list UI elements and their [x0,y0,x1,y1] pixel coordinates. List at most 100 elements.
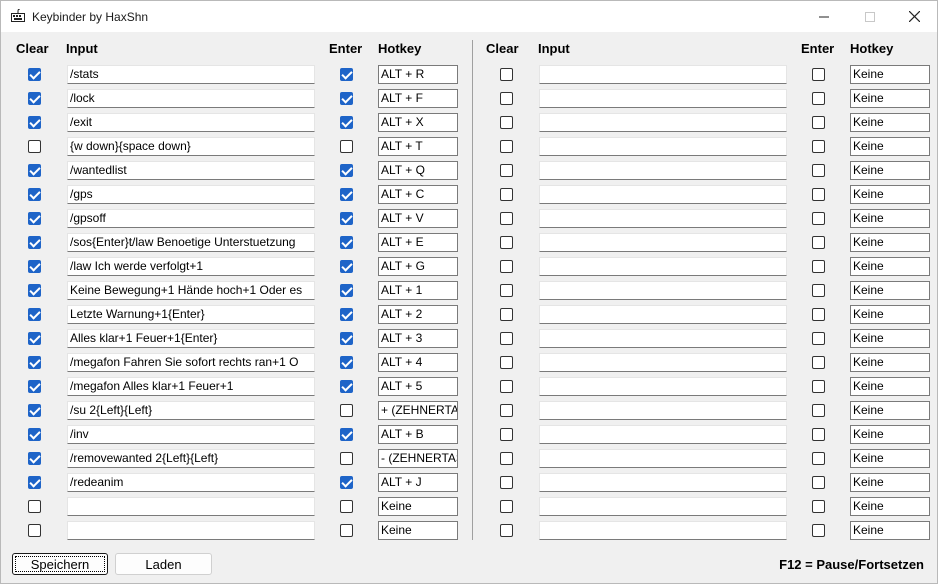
input-field-right-3[interactable] [539,113,787,132]
clear-checkbox-left-2[interactable] [28,92,41,105]
hotkey-field-right-12[interactable]: Keine [850,329,930,348]
input-field-right-11[interactable] [539,305,787,324]
enter-checkbox-left-18[interactable] [340,476,353,489]
hotkey-field-left-19[interactable]: Keine [378,497,458,516]
input-field-right-18[interactable] [539,473,787,492]
hotkey-field-right-16[interactable]: Keine [850,425,930,444]
input-field-left-20[interactable] [67,521,315,540]
input-field-right-15[interactable] [539,401,787,420]
enter-checkbox-left-4[interactable] [340,140,353,153]
enter-checkbox-right-14[interactable] [812,380,825,393]
enter-checkbox-right-17[interactable] [812,452,825,465]
clear-checkbox-left-1[interactable] [28,68,41,81]
input-field-left-5[interactable]: /wantedlist [67,161,315,180]
hotkey-field-right-15[interactable]: Keine [850,401,930,420]
clear-checkbox-left-6[interactable] [28,188,41,201]
clear-checkbox-right-19[interactable] [500,500,513,513]
input-field-left-14[interactable]: /megafon Alles klar+1 Feuer+1 [67,377,315,396]
clear-checkbox-right-20[interactable] [500,524,513,537]
enter-checkbox-left-19[interactable] [340,500,353,513]
hotkey-field-left-16[interactable]: ALT + B [378,425,458,444]
input-field-left-9[interactable]: /law Ich werde verfolgt+1 [67,257,315,276]
input-field-right-20[interactable] [539,521,787,540]
hotkey-field-left-4[interactable]: ALT + T [378,137,458,156]
clear-checkbox-right-13[interactable] [500,356,513,369]
enter-checkbox-right-15[interactable] [812,404,825,417]
input-field-right-17[interactable] [539,449,787,468]
input-field-right-10[interactable] [539,281,787,300]
enter-checkbox-left-7[interactable] [340,212,353,225]
hotkey-field-right-18[interactable]: Keine [850,473,930,492]
enter-checkbox-right-3[interactable] [812,116,825,129]
hotkey-field-left-9[interactable]: ALT + G [378,257,458,276]
hotkey-field-right-10[interactable]: Keine [850,281,930,300]
clear-checkbox-left-19[interactable] [28,500,41,513]
input-field-left-10[interactable]: Keine Bewegung+1 Hände hoch+1 Oder es [67,281,315,300]
input-field-right-6[interactable] [539,185,787,204]
input-field-right-13[interactable] [539,353,787,372]
enter-checkbox-left-8[interactable] [340,236,353,249]
enter-checkbox-right-5[interactable] [812,164,825,177]
clear-checkbox-right-16[interactable] [500,428,513,441]
clear-checkbox-left-5[interactable] [28,164,41,177]
clear-checkbox-left-8[interactable] [28,236,41,249]
clear-checkbox-right-17[interactable] [500,452,513,465]
clear-checkbox-right-1[interactable] [500,68,513,81]
enter-checkbox-right-2[interactable] [812,92,825,105]
clear-checkbox-right-11[interactable] [500,308,513,321]
clear-checkbox-left-4[interactable] [28,140,41,153]
clear-checkbox-left-15[interactable] [28,404,41,417]
enter-checkbox-right-18[interactable] [812,476,825,489]
clear-checkbox-left-12[interactable] [28,332,41,345]
hotkey-field-left-6[interactable]: ALT + C [378,185,458,204]
hotkey-field-right-2[interactable]: Keine [850,89,930,108]
hotkey-field-right-13[interactable]: Keine [850,353,930,372]
input-field-left-4[interactable]: {w down}{space down} [67,137,315,156]
clear-checkbox-right-6[interactable] [500,188,513,201]
enter-checkbox-left-15[interactable] [340,404,353,417]
hotkey-field-right-7[interactable]: Keine [850,209,930,228]
hotkey-field-left-14[interactable]: ALT + 5 [378,377,458,396]
input-field-left-18[interactable]: /redeanim [67,473,315,492]
input-field-right-14[interactable] [539,377,787,396]
input-field-right-19[interactable] [539,497,787,516]
hotkey-field-left-2[interactable]: ALT + F [378,89,458,108]
enter-checkbox-left-6[interactable] [340,188,353,201]
enter-checkbox-right-19[interactable] [812,500,825,513]
enter-checkbox-left-5[interactable] [340,164,353,177]
hotkey-field-right-3[interactable]: Keine [850,113,930,132]
hotkey-field-right-9[interactable]: Keine [850,257,930,276]
enter-checkbox-left-10[interactable] [340,284,353,297]
input-field-right-2[interactable] [539,89,787,108]
enter-checkbox-left-3[interactable] [340,116,353,129]
input-field-left-2[interactable]: /lock [67,89,315,108]
clear-checkbox-left-18[interactable] [28,476,41,489]
clear-checkbox-right-3[interactable] [500,116,513,129]
input-field-right-1[interactable] [539,65,787,84]
enter-checkbox-right-13[interactable] [812,356,825,369]
hotkey-field-left-17[interactable]: - (ZEHNERTASTATUR) [378,449,458,468]
hotkey-field-right-20[interactable]: Keine [850,521,930,540]
hotkey-field-right-19[interactable]: Keine [850,497,930,516]
clear-checkbox-left-3[interactable] [28,116,41,129]
input-field-left-1[interactable]: /stats [67,65,315,84]
input-field-right-5[interactable] [539,161,787,180]
clear-checkbox-right-18[interactable] [500,476,513,489]
hotkey-field-left-1[interactable]: ALT + R [378,65,458,84]
hotkey-field-right-6[interactable]: Keine [850,185,930,204]
input-field-left-6[interactable]: /gps [67,185,315,204]
clear-checkbox-left-14[interactable] [28,380,41,393]
clear-checkbox-left-7[interactable] [28,212,41,225]
hotkey-field-left-20[interactable]: Keine [378,521,458,540]
enter-checkbox-left-12[interactable] [340,332,353,345]
clear-checkbox-right-10[interactable] [500,284,513,297]
enter-checkbox-right-16[interactable] [812,428,825,441]
clear-checkbox-right-2[interactable] [500,92,513,105]
enter-checkbox-right-9[interactable] [812,260,825,273]
enter-checkbox-right-20[interactable] [812,524,825,537]
close-button[interactable] [891,1,937,32]
clear-checkbox-left-16[interactable] [28,428,41,441]
input-field-right-12[interactable] [539,329,787,348]
input-field-left-11[interactable]: Letzte Warnung+1{Enter} [67,305,315,324]
clear-checkbox-left-13[interactable] [28,356,41,369]
